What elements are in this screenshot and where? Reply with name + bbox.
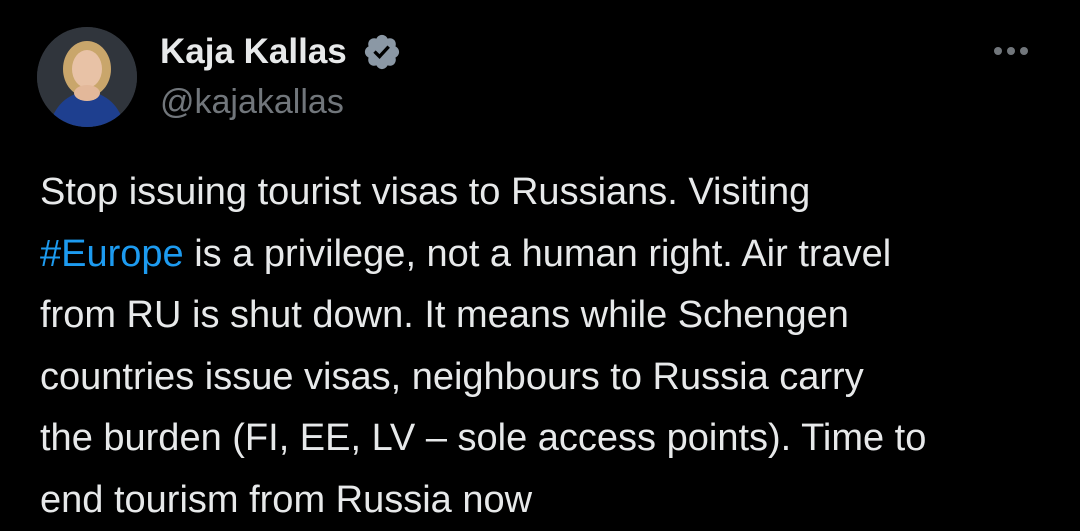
more-options-button[interactable] (986, 36, 1036, 66)
profile-photo (37, 27, 137, 127)
more-options-icon (986, 36, 1036, 66)
tweet-line: #Europe is a privilege, not a human righ… (40, 224, 1060, 286)
tweet-line: countries issue visas, neighbours to Rus… (40, 347, 1060, 409)
tweet-text: Stop issuing tourist visas to Russians. … (40, 162, 1060, 531)
tweet-line: Stop issuing tourist visas to Russians. … (40, 162, 1060, 224)
verified-badge-icon (362, 32, 402, 72)
author-name[interactable]: Kaja Kallas (160, 30, 347, 74)
tweet-line: end tourism from Russia now (40, 470, 1060, 531)
author-avatar[interactable] (37, 27, 137, 127)
tweet-line: the burden (FI, EE, LV – sole access poi… (40, 408, 1060, 470)
tweet-line: from RU is shut down. It means while Sch… (40, 285, 1060, 347)
tweet-card: Kaja Kallas @kajakallas Stop issuing tou… (0, 0, 1080, 527)
author-handle[interactable]: @kajakallas (160, 80, 344, 124)
tweet-line-text: is a privilege, not a human right. Air t… (184, 233, 892, 275)
hashtag-link[interactable]: #Europe (40, 233, 184, 275)
